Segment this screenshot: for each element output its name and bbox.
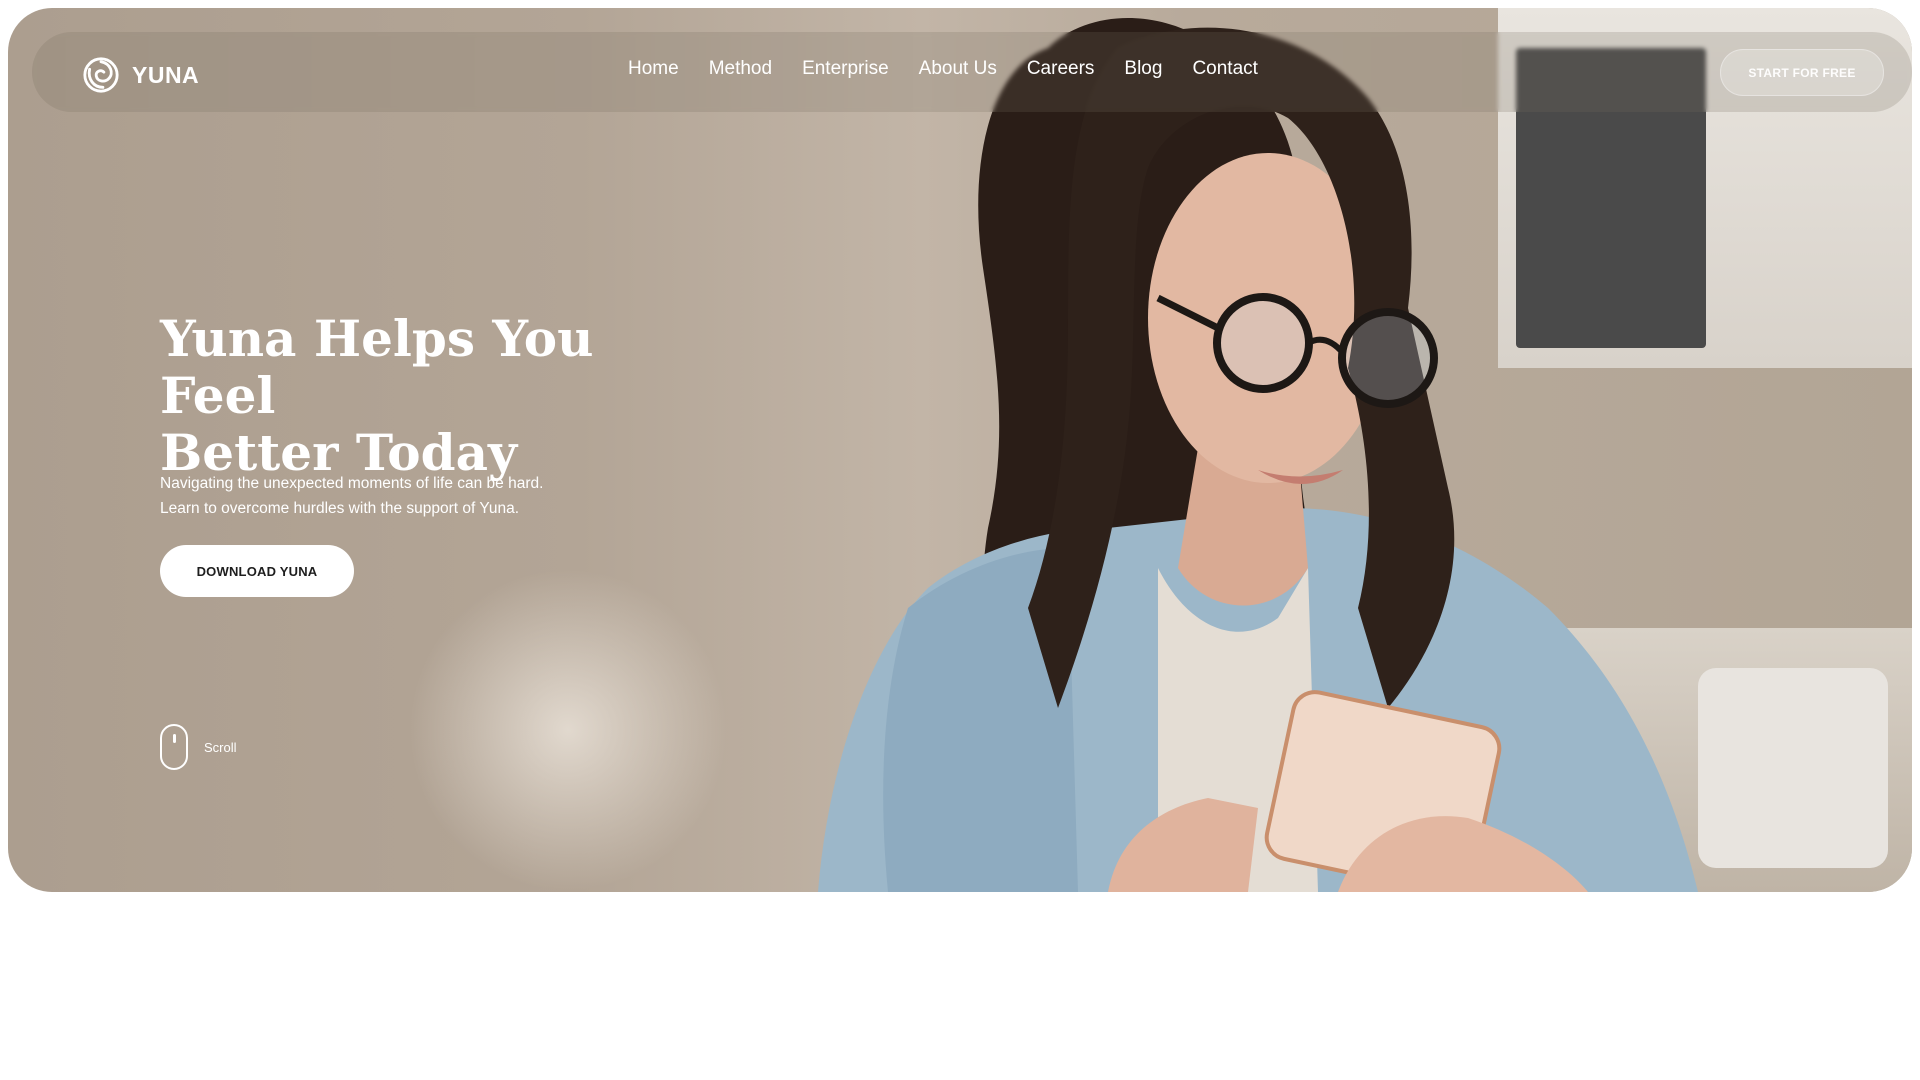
brand-name: YUNA <box>132 61 200 88</box>
nav-link-about-us[interactable]: About Us <box>919 58 997 80</box>
nav-link-enterprise[interactable]: Enterprise <box>802 58 889 80</box>
nav-link-careers[interactable]: Careers <box>1027 58 1095 80</box>
top-navigation-bar: YUNA Home Method Enterprise About Us Car… <box>32 32 1912 112</box>
hero-section: YUNA Home Method Enterprise About Us Car… <box>8 8 1912 892</box>
hero-subtext-line-2: Learn to overcome hurdles with the suppo… <box>160 500 520 517</box>
hero-subtext: Navigating the unexpected moments of lif… <box>160 471 620 521</box>
hero-subtext-line-1: Navigating the unexpected moments of lif… <box>160 475 544 492</box>
mouse-icon <box>160 724 188 770</box>
nav-link-blog[interactable]: Blog <box>1124 58 1162 80</box>
nav-link-home[interactable]: Home <box>628 58 679 80</box>
nav-link-contact[interactable]: Contact <box>1192 58 1257 80</box>
scroll-indicator[interactable]: Scroll <box>160 724 237 770</box>
hero-headline-line-1: Yuna Helps You Feel <box>160 309 594 425</box>
nav-links: Home Method Enterprise About Us Careers … <box>628 58 1258 80</box>
hero-headline: Yuna Helps You Feel Better Today <box>160 310 720 481</box>
scroll-label: Scroll <box>204 739 237 755</box>
download-yuna-button[interactable]: DOWNLOAD YUNA <box>160 545 354 597</box>
swirl-logo-icon <box>83 57 119 93</box>
start-for-free-button[interactable]: START FOR FREE <box>1720 49 1884 96</box>
nav-link-method[interactable]: Method <box>709 58 772 80</box>
brand-logo[interactable]: YUNA <box>82 56 199 94</box>
